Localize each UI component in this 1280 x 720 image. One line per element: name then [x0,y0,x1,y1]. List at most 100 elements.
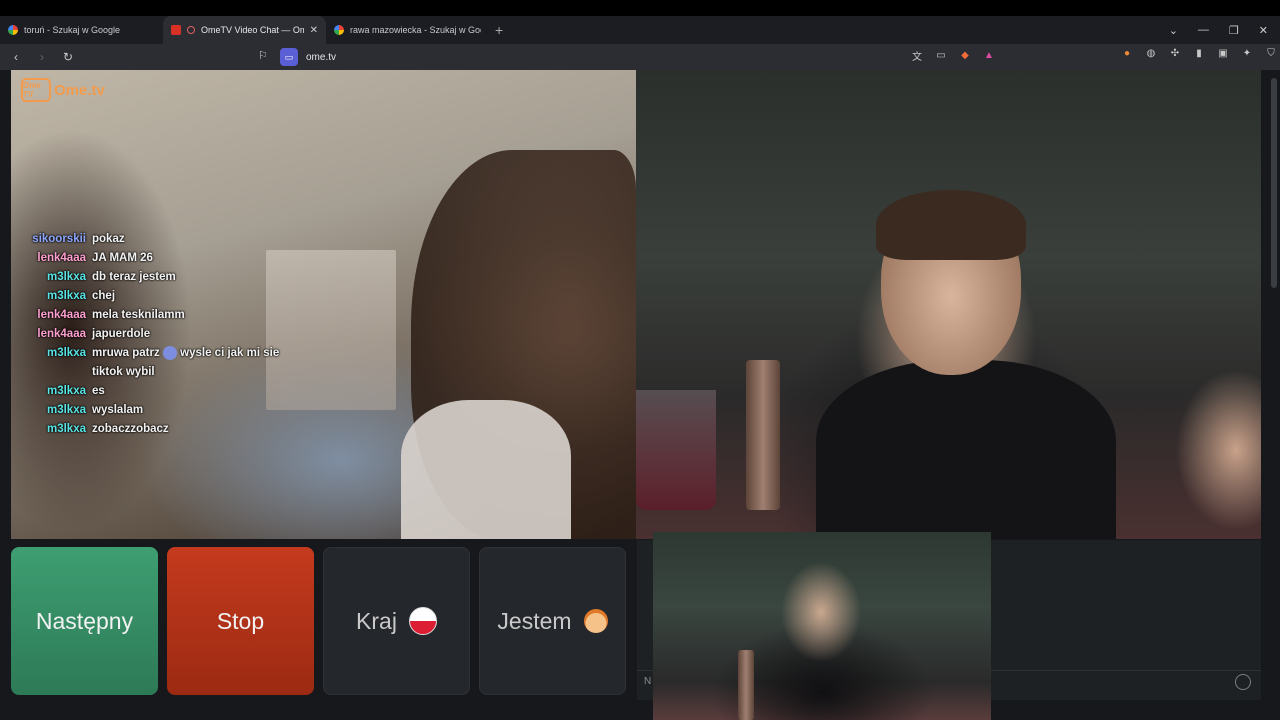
chat-username: m3lkxa [46,404,86,416]
close-tab-icon[interactable]: ✕ [310,25,318,36]
minimize-icon[interactable]: — [1198,24,1209,36]
google-icon [8,25,18,35]
self-camera-preview [653,532,991,720]
tab-torun[interactable]: toruń - Szukaj w Google [0,16,163,44]
emoji-picker-icon[interactable] [1235,674,1251,690]
chat-text-wrap: mruwa patrz wysle ci jak mi sie tiktok w… [92,344,292,382]
next-label: Następny [35,607,134,634]
address-bar: ‹ › ↻ ⚐ ▭ ome.tv 文 ▭ ◆ ▲ ● ◍ ✣ ▮ ▣ ✦ ⛉ ≡ [0,44,1280,70]
chat-message: m3lkxa chej [11,287,311,306]
logo-box: Ome TV [21,78,51,102]
chat-message: lenk4aaa mela tesknilamm [11,306,311,325]
video-body [816,360,1116,539]
video-shirt [401,400,571,539]
sidebar-icon[interactable]: ▮ [1192,48,1206,59]
stop-button[interactable]: Stop [167,547,314,695]
chat-message: lenk4aaa JA MAM 26 [11,249,311,268]
brave-rewards-icon[interactable]: ▲ [982,50,996,61]
window-controls: ⌄ — ❐ ✕ [1169,16,1280,44]
puzzle-icon[interactable]: ✣ [1168,48,1182,59]
video-glass [636,390,716,510]
chat-text: zobaczzobacz [92,423,169,435]
tab-rawa[interactable]: rawa mazowiecka - Szukaj w Google [326,16,489,44]
url-text[interactable]: ome.tv [306,52,336,63]
control-buttons: Następny Stop Kraj Jestem [11,547,626,695]
extension-orange-icon[interactable]: ● [1120,48,1134,59]
google-icon [334,25,344,35]
close-window-icon[interactable]: ✕ [1259,24,1268,37]
chat-message: lenk4aaa japuerdole [11,325,311,344]
bookmark-icon[interactable]: ⚐ [258,49,268,62]
chat-message: m3lkxa zobaczzobacz [11,420,311,439]
gender-label: Jestem [497,607,572,634]
chat-text: es [92,385,105,397]
chat-message: sikoorskii pokaz [11,230,311,249]
next-button[interactable]: Następny [11,547,158,695]
chat-username: lenk4aaa [37,309,86,321]
chat-text: wyslalam [92,404,144,416]
chat-text: db teraz jestem [92,271,176,283]
chat-text: chej [92,290,116,302]
chat-input-placeholder: N [644,676,652,687]
chat-username: lenk4aaa [37,328,86,340]
extension-icon[interactable]: ◍ [1144,48,1158,59]
emoji-icon [162,345,177,360]
site-info-icon[interactable]: ▭ [280,48,298,66]
recording-icon [187,26,195,34]
chat-text: mruwa patrz [92,347,160,359]
chat-overlay: sikoorskii pokaz lenk4aaa JA MAM 26 m3lkxa… [11,230,311,439]
chat-message: m3lkxa es [11,382,311,401]
forward-icon[interactable]: › [32,50,52,64]
logo-text: Ome.tv [54,81,105,99]
chat-message: m3lkxa wyslalam [11,401,311,420]
vpn-icon[interactable]: ⛉ [1264,48,1278,59]
gender-button[interactable]: Jestem [479,547,626,695]
boy-face-icon [583,609,608,633]
video-hair [876,190,1026,260]
poland-flag-icon [408,607,437,635]
scrollbar[interactable] [1268,70,1280,720]
chat-text: mela tesknilamm [92,309,185,321]
stop-label: Stop [216,607,265,634]
stranger-video: Ome TV Ome.tv sikoorskii pokaz lenk4aaa JA… [11,70,636,539]
translate-icon[interactable]: 文 [910,48,924,63]
top-black-bar [0,0,1280,16]
address-right-icons: 文 ▭ ◆ ▲ [910,48,996,63]
new-tab-button[interactable]: + [495,22,503,38]
video-bottle [746,360,780,510]
country-button[interactable]: Kraj [323,547,470,695]
tab-strip: toruń - Szukaj w Google OmeTV Video Chat… [0,16,1280,44]
tab-title: toruń - Szukaj w Google [24,25,121,35]
country-label: Kraj [356,607,397,634]
restore-icon[interactable]: ❐ [1229,24,1239,37]
tab-list-icon[interactable]: ⌄ [1169,24,1178,37]
chat-text: pokaz [92,233,125,245]
chat-message: m3lkxa db teraz jestem [11,268,311,287]
chat-username: m3lkxa [46,423,86,435]
back-icon[interactable]: ‹ [6,50,26,64]
wallet-icon[interactable]: ▣ [1216,48,1230,59]
toolbar-icons: ● ◍ ✣ ▮ ▣ ✦ ⛉ ≡ [1120,48,1280,59]
brave-shield-icon[interactable]: ◆ [958,50,972,61]
cast-icon[interactable]: ▭ [934,50,948,61]
leo-icon[interactable]: ✦ [1240,48,1254,59]
ometv-page: Ome TV Ome.tv sikoorskii pokaz lenk4aaa JA… [0,70,1280,720]
chat-username: m3lkxa [46,347,86,359]
url-field[interactable]: ▭ ome.tv [280,48,336,66]
chat-username: sikoorskii [32,233,86,245]
tab-title: rawa mazowiecka - Szukaj w Google [350,25,481,35]
tab-ometv[interactable]: OmeTV Video Chat — Omegle ✕ [163,16,326,44]
scrollbar-thumb[interactable] [1271,78,1277,288]
tab-title: OmeTV Video Chat — Omegle [201,25,304,35]
chat-text: JA MAM 26 [92,252,153,264]
ometv-icon [171,25,181,35]
ometv-logo: Ome TV Ome.tv [21,78,105,102]
chat-username: m3lkxa [46,271,86,283]
partner-video [636,70,1261,539]
chat-username: lenk4aaa [37,252,86,264]
chat-username: m3lkxa [46,290,86,302]
chat-text: japuerdole [92,328,151,340]
reload-icon[interactable]: ↻ [58,50,78,64]
chat-username: m3lkxa [46,385,86,397]
chat-message: m3lkxa mruwa patrz wysle ci jak mi sie ti… [11,344,311,382]
